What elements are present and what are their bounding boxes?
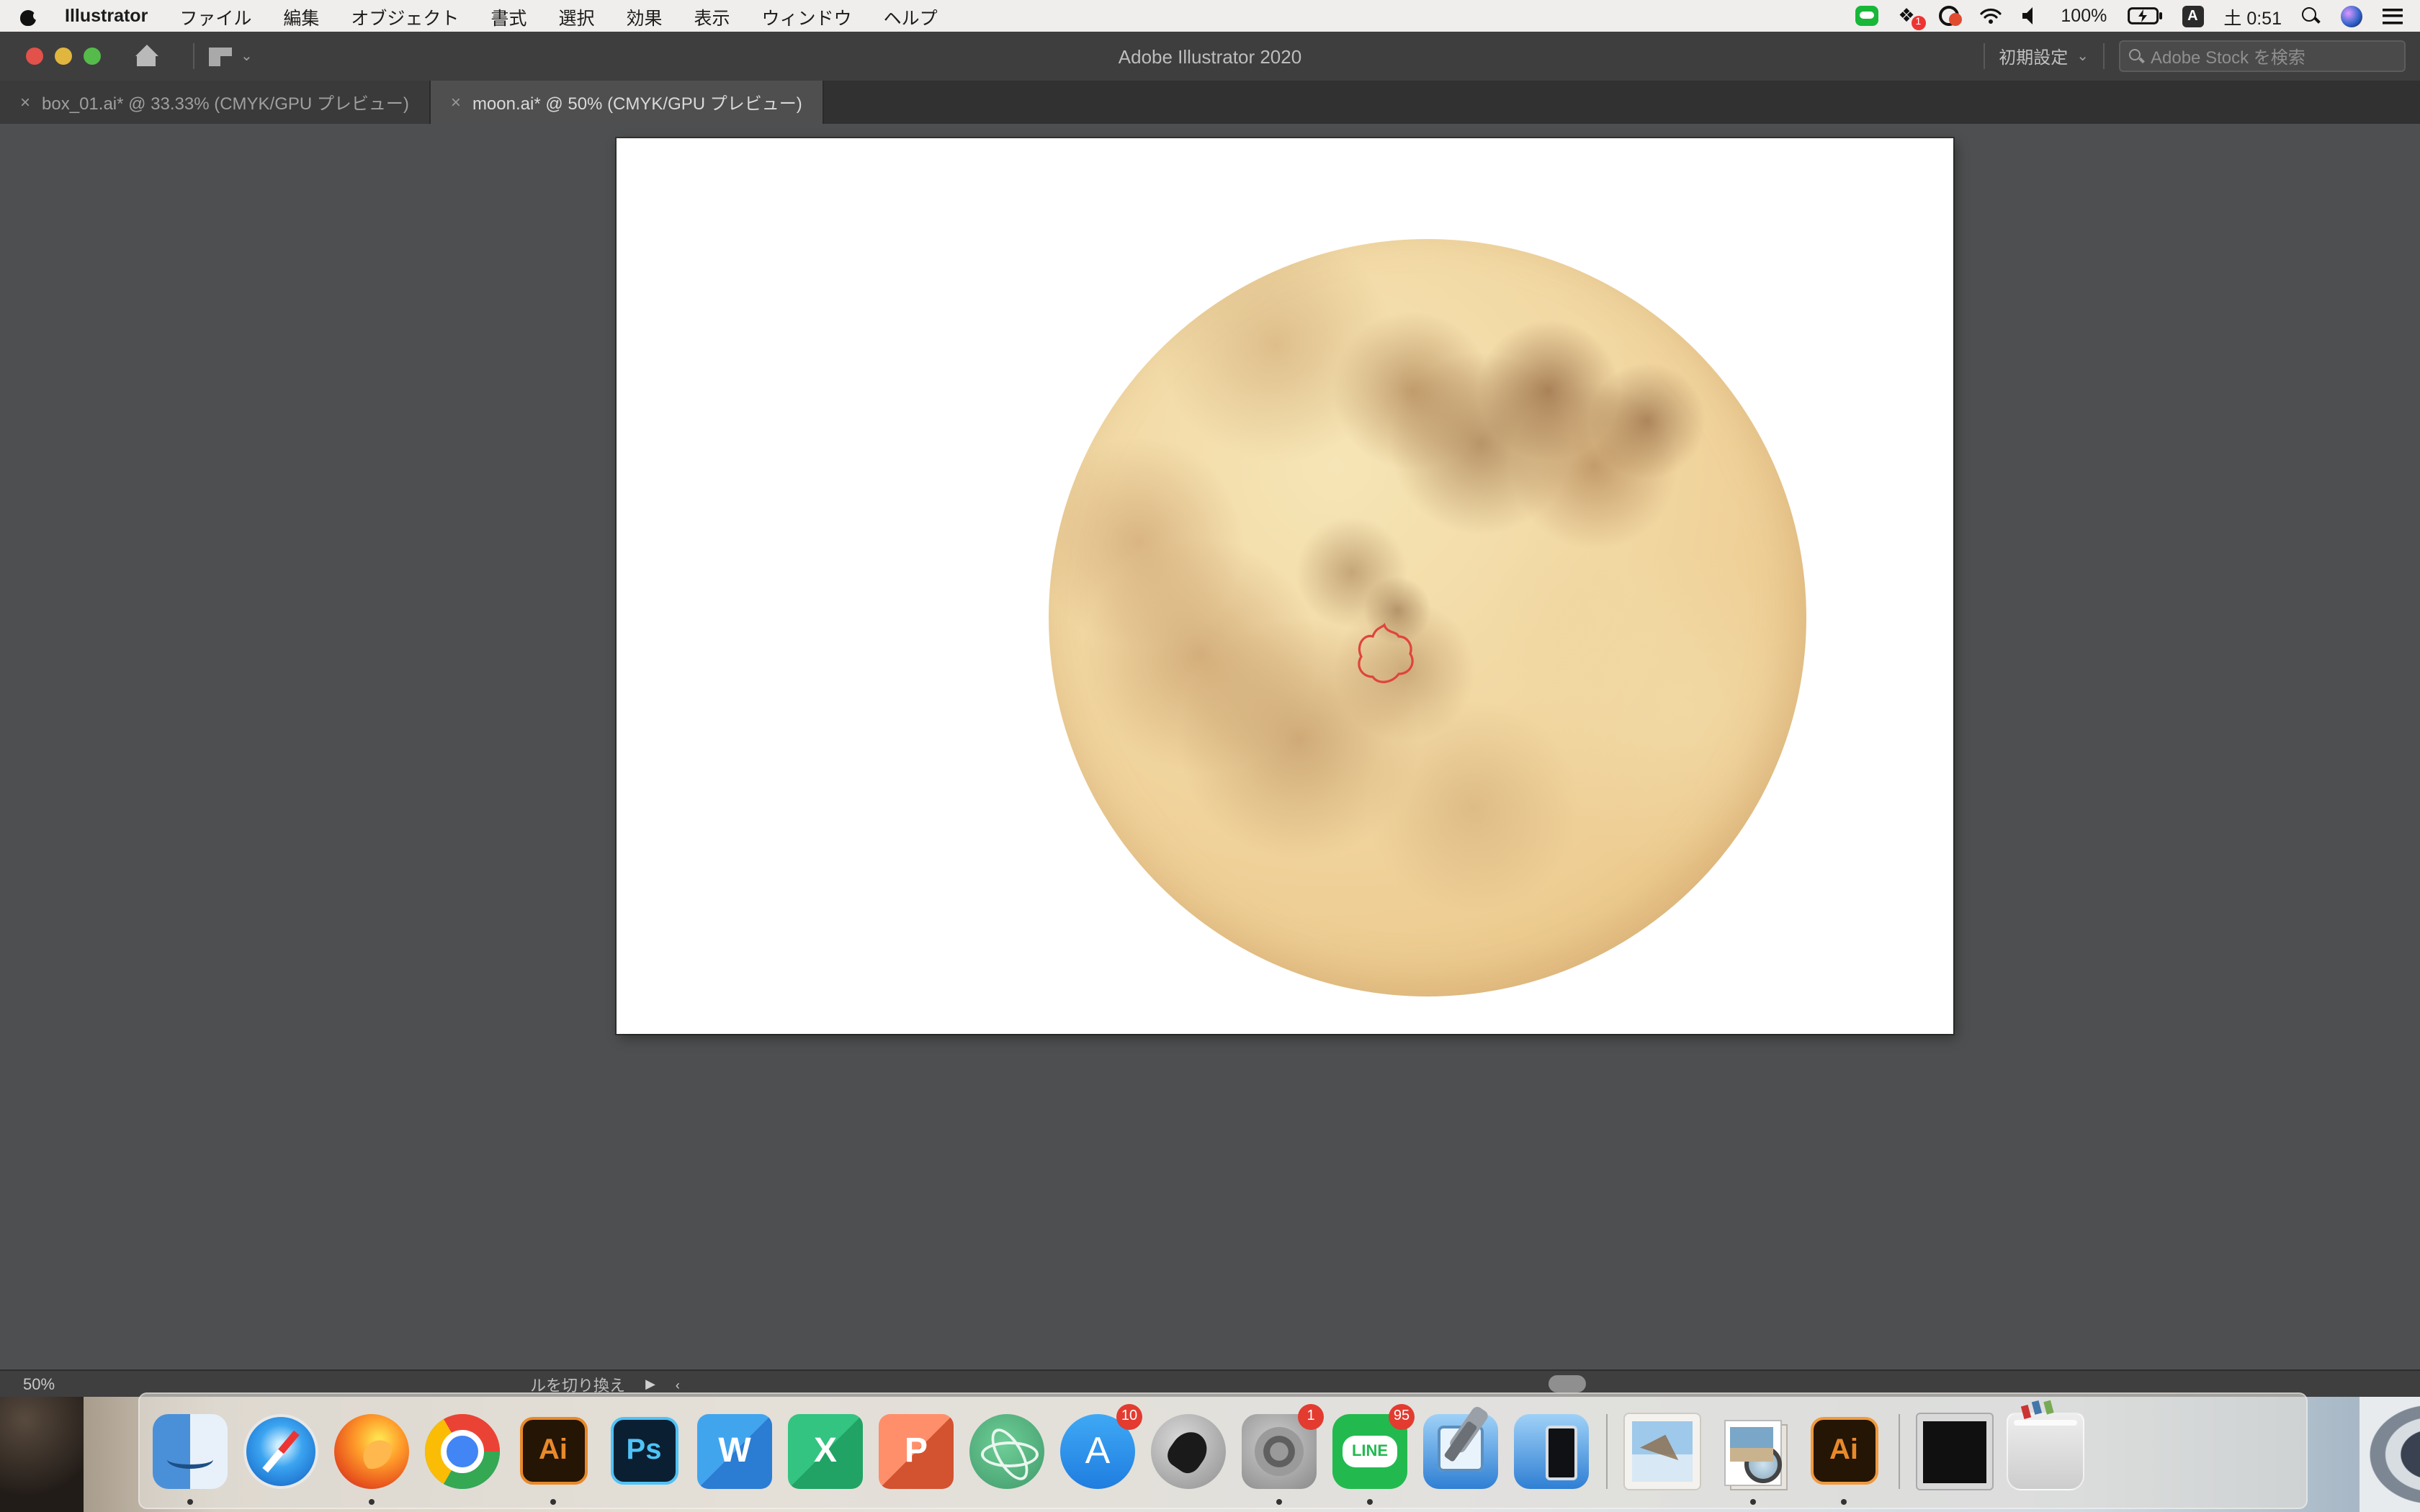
- magnifier-icon: [1744, 1445, 1782, 1482]
- menu-edit[interactable]: 編集: [267, 2, 335, 30]
- menu-type[interactable]: 書式: [475, 2, 542, 30]
- search-icon: [2129, 49, 2143, 63]
- wifi-icon[interactable]: [1978, 7, 2002, 24]
- line-label: LINE: [1343, 1435, 1397, 1467]
- menu-select[interactable]: 選択: [542, 2, 610, 30]
- dock-photoshop[interactable]: Ps: [602, 1409, 686, 1493]
- menu-object[interactable]: オブジェクト: [335, 2, 475, 30]
- close-window-button[interactable]: [26, 48, 43, 65]
- canvas-workspace[interactable]: 50% ルを切り換え ▶ ‹: [0, 124, 2420, 1397]
- screen: Illustrator ファイル 編集 オブジェクト 書式 選択 効果 表示 ウ…: [0, 0, 2420, 1512]
- notification-badge: 95: [1389, 1403, 1415, 1429]
- horizontal-scrollbar-thumb[interactable]: [1549, 1375, 1586, 1392]
- divider: [1983, 43, 1984, 69]
- selection-path-outline[interactable]: [1348, 621, 1426, 693]
- tidal-menu-icon[interactable]: ❖1: [1898, 6, 1918, 26]
- running-indicator: [1276, 1498, 1282, 1504]
- menu-app-name[interactable]: Illustrator: [49, 6, 163, 26]
- menu-effect[interactable]: 効果: [610, 2, 678, 30]
- dock-system-preferences[interactable]: 1: [1237, 1409, 1321, 1493]
- dock-finder[interactable]: [148, 1409, 232, 1493]
- running-indicator: [550, 1498, 556, 1504]
- notification-center-icon[interactable]: [2383, 8, 2403, 24]
- gear-icon: [1255, 1426, 1304, 1475]
- desktop-photo-fragment: [0, 1397, 84, 1512]
- menu-bar: Illustrator ファイル 編集 オブジェクト 書式 選択 効果 表示 ウ…: [0, 0, 2420, 32]
- dock-preview[interactable]: [1711, 1409, 1795, 1493]
- minimize-window-button[interactable]: [55, 48, 72, 65]
- dock-powerpoint[interactable]: P: [874, 1409, 958, 1493]
- dock-separator: [1899, 1413, 1900, 1488]
- dock-app-store[interactable]: A10: [1056, 1409, 1139, 1493]
- dock-illustrator[interactable]: Ai: [511, 1409, 595, 1493]
- dock-line[interactable]: LINE95: [1328, 1409, 1412, 1493]
- menu-window[interactable]: ウィンドウ: [746, 2, 868, 30]
- dock: Ai Ps W X P A10 1 LINE95 Ai: [138, 1392, 2308, 1509]
- artboard[interactable]: [617, 138, 1953, 1034]
- desktop-wallpaper-detail: [2360, 1397, 2420, 1512]
- record-menu-icon[interactable]: [1938, 6, 1958, 26]
- adobe-stock-search[interactable]: Adobe Stock を検索: [2119, 40, 2406, 72]
- tab-box01[interactable]: × box_01.ai* @ 33.33% (CMYK/GPU プレビュー): [0, 81, 431, 124]
- apple-menu-icon[interactable]: [20, 6, 37, 25]
- title-bar: ⌄ Adobe Illustrator 2020 初期設定 ⌄ Adobe St…: [0, 32, 2420, 81]
- running-indicator: [1367, 1498, 1373, 1504]
- dock-mail[interactable]: [1621, 1409, 1704, 1493]
- angle-left-icon: ‹: [676, 1377, 680, 1392]
- divider: [2103, 43, 2105, 69]
- menu-help[interactable]: ヘルプ: [868, 2, 954, 30]
- battery-percent: 100%: [2061, 6, 2107, 26]
- dock-trash[interactable]: [2004, 1409, 2087, 1493]
- chevron-down-icon[interactable]: ⌄: [241, 48, 253, 64]
- dock-rocket-app[interactable]: [1147, 1409, 1230, 1493]
- siri-icon[interactable]: [2341, 5, 2362, 27]
- divider: [193, 43, 194, 69]
- running-indicator: [1750, 1498, 1756, 1504]
- close-icon[interactable]: ×: [451, 92, 461, 112]
- close-icon[interactable]: ×: [20, 92, 30, 112]
- dock-chrome[interactable]: [421, 1409, 504, 1493]
- menu-clock[interactable]: 土 0:51: [2223, 2, 2282, 30]
- notification-badge: 1: [1298, 1403, 1324, 1429]
- zoom-window-button[interactable]: [84, 48, 101, 65]
- dock-atom[interactable]: [965, 1409, 1049, 1493]
- menu-file[interactable]: ファイル: [163, 2, 267, 30]
- tab-label: moon.ai* @ 50% (CMYK/GPU プレビュー): [472, 90, 802, 114]
- dock-safari[interactable]: [239, 1409, 323, 1493]
- dock-xcode[interactable]: [1419, 1409, 1502, 1493]
- menu-view[interactable]: 表示: [678, 2, 746, 30]
- tab-moon[interactable]: × moon.ai* @ 50% (CMYK/GPU プレビュー): [431, 81, 824, 124]
- home-icon[interactable]: [135, 46, 158, 66]
- play-icon[interactable]: ▶: [645, 1377, 655, 1392]
- volume-icon[interactable]: [2022, 7, 2040, 24]
- zoom-level[interactable]: 50%: [23, 1376, 55, 1393]
- notification-badge: 10: [1116, 1403, 1142, 1429]
- running-indicator: [369, 1498, 375, 1504]
- chevron-down-icon: ⌄: [2076, 48, 2089, 64]
- search-placeholder: Adobe Stock を検索: [2151, 44, 2305, 68]
- tab-label: box_01.ai* @ 33.33% (CMYK/GPU プレビュー): [42, 90, 409, 114]
- arrange-documents-icon[interactable]: [209, 47, 232, 66]
- running-indicator: [1841, 1498, 1847, 1504]
- dock-illustrator-legacy[interactable]: Ai: [1802, 1409, 1886, 1493]
- tidal-badge: 1: [1911, 16, 1925, 30]
- running-indicator: [187, 1498, 193, 1504]
- document-tab-bar: × box_01.ai* @ 33.33% (CMYK/GPU プレビュー) ×…: [0, 81, 2420, 124]
- dock-separator: [1606, 1413, 1608, 1488]
- dock-excel[interactable]: X: [784, 1409, 867, 1493]
- dock-word[interactable]: W: [693, 1409, 776, 1493]
- input-source-icon[interactable]: A: [2182, 5, 2203, 27]
- dock-firefox[interactable]: [330, 1409, 413, 1493]
- spotlight-icon[interactable]: [2302, 6, 2321, 25]
- dock-minimized-window[interactable]: [1913, 1409, 1996, 1493]
- battery-icon[interactable]: [2127, 7, 2161, 24]
- dock-simulator[interactable]: [1510, 1409, 1593, 1493]
- moon-artwork[interactable]: [1049, 239, 1806, 996]
- workspace-switcher[interactable]: 初期設定: [1999, 44, 2068, 68]
- line-menu-icon[interactable]: [1855, 6, 1878, 26]
